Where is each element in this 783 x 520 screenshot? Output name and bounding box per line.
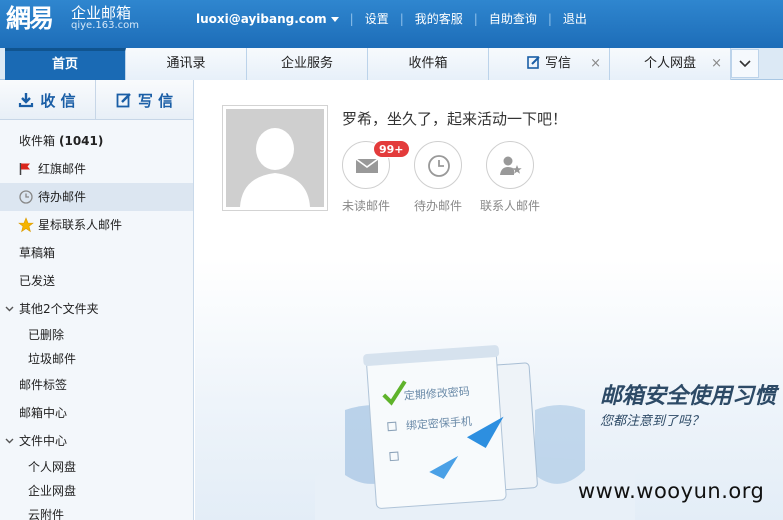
tab-label: 企业服务	[280, 56, 333, 71]
watermark: www.wooyun.org	[578, 479, 765, 503]
user-email: luoxi@ayibang.com	[196, 11, 327, 26]
tab-contacts[interactable]: 通讯录	[126, 48, 247, 80]
main-content: 定期修改密码 绑定密保手机 邮箱安全使用习惯 您都注意到了吗？ www.wooy…	[195, 80, 783, 520]
sidebar-item-label: 其他2个文件夹	[19, 302, 99, 316]
banner-title: 邮箱安全使用习惯	[600, 384, 777, 409]
sidebar-item-label: 已发送	[19, 274, 56, 288]
avatar-image	[226, 109, 324, 207]
sidebar-item-drafts[interactable]: 草稿箱	[0, 239, 193, 267]
sidebar-item-flagged[interactable]: 红旗邮件	[0, 155, 193, 183]
contact-star-icon	[500, 156, 522, 175]
sidebar-item-label: 垃圾邮件	[28, 352, 77, 366]
security-tips-banner[interactable]: 定期修改密码 绑定密保手机 邮箱安全使用习惯 您都注意到了吗？ www.wooy…	[195, 260, 783, 520]
inbox-count: (1041)	[59, 134, 104, 148]
avatar[interactable]	[222, 105, 328, 211]
tab-enterprise-services[interactable]: 企业服务	[247, 48, 368, 80]
sidebar-item-label: 邮箱中心	[19, 406, 68, 420]
red-flag-icon	[19, 163, 30, 175]
settings-link[interactable]: 设置	[365, 10, 389, 27]
sidebar-item-label: 红旗邮件	[38, 162, 87, 176]
tab-label: 首页	[51, 57, 78, 72]
sidebar-item-file-center[interactable]: 文件中心	[0, 427, 193, 455]
tab-inbox[interactable]: 收件箱	[368, 48, 489, 80]
sidebar-item-starred-contacts[interactable]: 星标联系人邮件	[0, 211, 193, 239]
divider: |	[473, 11, 478, 26]
top-nav: luoxi@ayibang.com | 设置 | 我的客服 | 自助查询 | 退…	[196, 10, 587, 27]
divider: |	[349, 11, 354, 26]
sidebar-item-label: 待办邮件	[38, 190, 87, 204]
sidebar-item-label: 邮件标签	[19, 378, 68, 392]
banner-subtitle: 您都注意到了吗？	[600, 414, 705, 429]
self-service-link[interactable]: 自助查询	[489, 10, 537, 27]
sidebar: 收 信 写 信 收件箱 (1041) 红旗邮件 待办邮件 星标联系人邮件 草稿箱…	[0, 80, 194, 520]
customer-service-link[interactable]: 我的客服	[415, 10, 463, 27]
compose-mail-button[interactable]: 写 信	[95, 80, 193, 120]
contact-mail-button[interactable]	[486, 141, 534, 189]
compose-label: 写 信	[137, 91, 174, 110]
chevron-down-icon	[5, 438, 14, 444]
more-tabs-button[interactable]	[731, 49, 759, 78]
receive-mail-button[interactable]: 收 信	[0, 80, 94, 120]
sidebar-item-sent[interactable]: 已发送	[0, 267, 193, 295]
mail-icon	[355, 158, 379, 173]
tab-label: 通讯录	[166, 56, 206, 71]
logout-link[interactable]: 退出	[563, 10, 587, 27]
greeting-text: 罗希，坐久了，起来活动一下吧！	[342, 110, 568, 128]
tab-bar: 首页 通讯录 企业服务 收件箱 写信 × 个人网盘 ×	[0, 48, 783, 80]
contact-mail-label: 联系人邮件	[480, 199, 541, 213]
sidebar-item-label: 草稿箱	[19, 246, 56, 260]
receive-label: 收 信	[40, 91, 76, 110]
compose-icon	[116, 93, 131, 108]
netease-logo: 網易	[6, 4, 54, 33]
mail-actions-bar: 收 信 写 信	[0, 80, 193, 120]
unread-count-badge: 99+	[373, 140, 410, 158]
sidebar-item-inbox[interactable]: 收件箱 (1041)	[0, 127, 193, 155]
tab-label: 收件箱	[408, 56, 448, 71]
sidebar-item-label: 收件箱	[19, 134, 56, 148]
clock-icon	[19, 190, 33, 204]
sidebar-item-cloud-attachments[interactable]: 云附件	[0, 501, 193, 520]
download-icon	[19, 93, 34, 108]
tab-label: 个人网盘	[643, 56, 696, 71]
tab-personal-disk[interactable]: 个人网盘 ×	[610, 48, 731, 80]
sidebar-item-label: 云附件	[28, 508, 65, 520]
top-header: 網易 企业邮箱 qiye.163.com luoxi@ayibang.com |…	[0, 0, 783, 48]
tab-compose[interactable]: 写信 ×	[489, 48, 610, 80]
user-silhouette-icon	[240, 128, 310, 207]
unread-mail-label: 未读邮件	[342, 199, 391, 213]
chevron-down-icon	[5, 306, 14, 312]
sidebar-item-label: 文件中心	[19, 434, 68, 448]
star-icon	[18, 217, 34, 233]
chevron-down-icon	[330, 16, 339, 22]
compose-icon	[527, 56, 540, 69]
divider: |	[399, 11, 404, 26]
tab-label: 写信	[544, 56, 571, 71]
clock-icon	[428, 155, 450, 177]
close-icon[interactable]: ×	[711, 48, 722, 79]
divider: |	[547, 11, 552, 26]
sidebar-item-spam[interactable]: 垃圾邮件	[0, 345, 193, 373]
sidebar-item-todo[interactable]: 待办邮件	[0, 183, 193, 211]
user-account-menu[interactable]: luoxi@ayibang.com	[196, 12, 339, 26]
chevron-down-icon	[739, 60, 751, 68]
tab-home[interactable]: 首页	[5, 48, 126, 80]
sidebar-item-mailbox-center[interactable]: 邮箱中心	[0, 399, 193, 427]
sidebar-item-mail-tags[interactable]: 邮件标签	[0, 371, 193, 399]
todo-mail-button[interactable]	[414, 141, 462, 189]
todo-mail-label: 待办邮件	[414, 199, 463, 213]
close-icon[interactable]: ×	[590, 48, 601, 79]
sidebar-item-other-folders[interactable]: 其他2个文件夹	[0, 295, 193, 323]
product-domain: qiye.163.com	[71, 20, 139, 31]
sidebar-item-label: 星标联系人邮件	[38, 218, 123, 232]
